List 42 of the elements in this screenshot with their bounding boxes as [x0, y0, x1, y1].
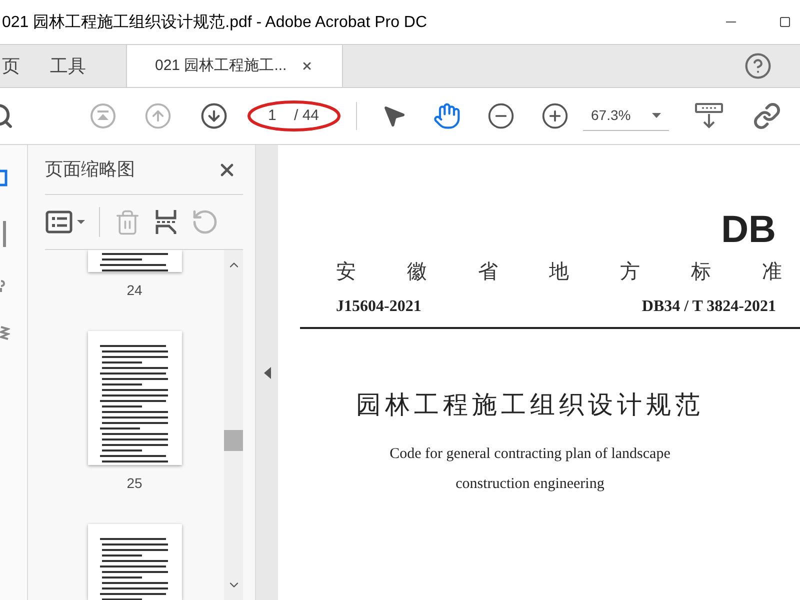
- page-thumbnail[interactable]: [88, 331, 182, 465]
- region-character: 安: [336, 260, 356, 285]
- scrollbar[interactable]: [224, 250, 243, 600]
- region-character: 准: [762, 260, 782, 285]
- zoom-dropdown[interactable]: 67.3%: [583, 101, 669, 131]
- page-number-label: 24: [126, 281, 142, 300]
- extract-pages-icon[interactable]: [155, 208, 177, 236]
- english-title: Code for general contracting plan of landscape: [390, 444, 670, 464]
- document-title: 园林工程施工组织设计规范: [356, 391, 704, 421]
- nav-tab[interactable]: 工具: [50, 45, 86, 87]
- page-number-field[interactable]: 1: [268, 104, 294, 128]
- scrollbar-thumb[interactable]: [224, 430, 243, 451]
- link-icon[interactable]: [753, 102, 781, 130]
- zoom-out-icon[interactable]: [487, 102, 515, 130]
- region-character: 徽: [407, 260, 427, 285]
- zoom-in-icon[interactable]: [541, 102, 569, 130]
- page-thumbnail[interactable]: [88, 250, 182, 272]
- page-count: / 44: [294, 106, 320, 126]
- collapse-icon[interactable]: [264, 366, 270, 378]
- standard-number: DB34 / T 3824-2021: [642, 297, 776, 317]
- hand-icon[interactable]: [433, 102, 461, 130]
- maximize-icon[interactable]: [779, 16, 791, 28]
- english-title: construction engineering: [456, 475, 604, 494]
- region-character: 省: [478, 260, 498, 285]
- document-tab[interactable]: 021 园林工程施工...: [126, 45, 343, 87]
- region-character: 标: [691, 260, 711, 285]
- page-number-label: 25: [126, 474, 142, 493]
- window-title: 021 园林工程施工组织设计规范.pdf - Adobe Acrobat Pro DC: [2, 12, 428, 33]
- page-thumbnails-icon[interactable]: [0, 167, 10, 189]
- record-number: J15604-2021: [336, 297, 422, 317]
- region-character: 方: [620, 260, 640, 285]
- nav-tab[interactable]: 页: [2, 45, 20, 87]
- next-page-icon[interactable]: [200, 102, 228, 130]
- standard-code-label: DB: [721, 211, 776, 249]
- help-icon[interactable]: [744, 52, 772, 80]
- region-character: 地: [549, 260, 569, 285]
- options-icon[interactable]: [45, 210, 85, 234]
- close-tab-icon[interactable]: [300, 60, 313, 72]
- caret-icon: [652, 113, 661, 118]
- page-thumbnail[interactable]: [88, 524, 182, 600]
- panel-title: 页面缩略图: [45, 158, 135, 181]
- keyboard-download-icon[interactable]: [695, 102, 723, 130]
